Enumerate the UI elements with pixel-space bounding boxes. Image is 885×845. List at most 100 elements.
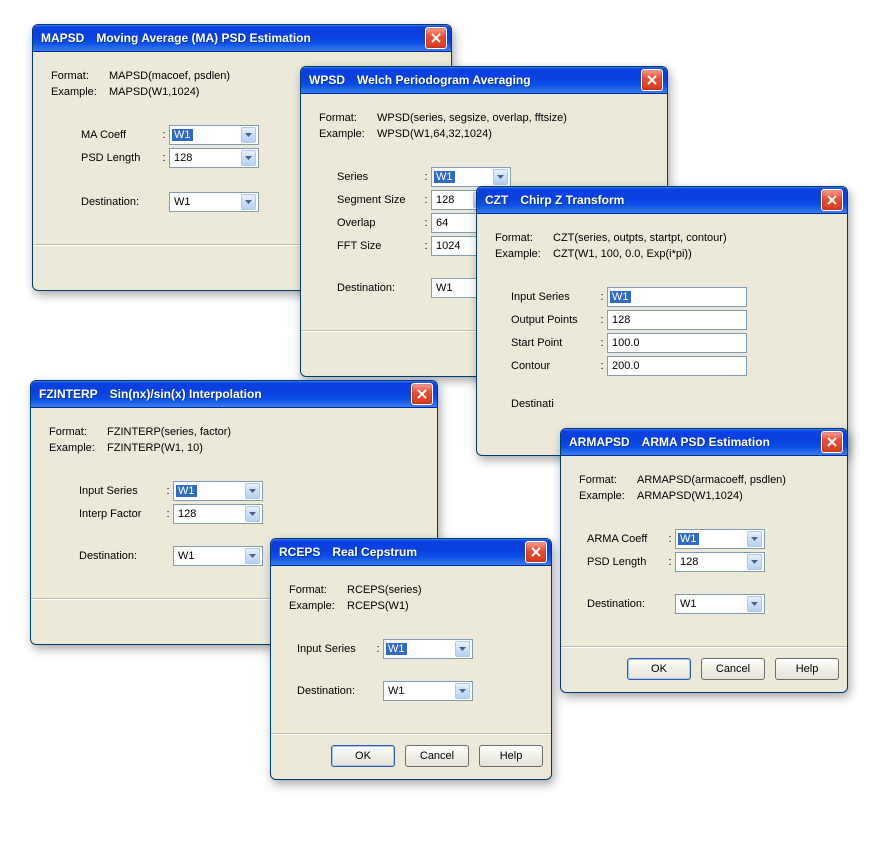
series-label: Series	[337, 171, 421, 183]
title-code: MAPSD	[41, 31, 84, 45]
close-icon[interactable]	[411, 383, 433, 405]
chevron-down-icon[interactable]	[241, 150, 256, 166]
example-label: Example:	[495, 248, 553, 260]
title-text: Sin(nx)/sin(x) Interpolation	[110, 387, 262, 401]
dialog-armapsd: ARMAPSD ARMA PSD Estimation Format:ARMAP…	[560, 428, 848, 693]
close-icon[interactable]	[821, 431, 843, 453]
format-value: RCEPS(series)	[347, 584, 422, 596]
format-label: Format:	[51, 70, 109, 82]
destination-combo[interactable]: W1	[675, 594, 765, 614]
format-value: WPSD(series, segsize, overlap, fftsize)	[377, 112, 567, 124]
fftsize-label: FFT Size	[337, 240, 421, 252]
example-value: FZINTERP(W1, 10)	[107, 442, 203, 454]
format-value: CZT(series, outpts, startpt, contour)	[553, 232, 727, 244]
format-value: FZINTERP(series, factor)	[107, 426, 231, 438]
interp-factor-label: Interp Factor	[79, 508, 163, 520]
title-code: CZT	[485, 193, 508, 207]
titlebar[interactable]: MAPSD Moving Average (MA) PSD Estimation	[33, 25, 451, 52]
contour-input[interactable]: 200.0	[607, 356, 747, 376]
example-value: CZT(W1, 100, 0.0, Exp(i*pi))	[553, 248, 692, 260]
title-text: Chirp Z Transform	[520, 193, 624, 207]
destination-combo[interactable]: W1	[173, 546, 263, 566]
destination-label: Destination:	[79, 550, 163, 562]
chevron-down-icon[interactable]	[747, 531, 762, 547]
destination-label: Destination:	[297, 685, 373, 697]
chevron-down-icon[interactable]	[455, 641, 470, 657]
destination-value: W1	[174, 196, 191, 208]
ok-button[interactable]: OK	[627, 658, 691, 680]
dialog-rceps: RCEPS Real Cepstrum Format:RCEPS(series)…	[270, 538, 552, 780]
start-point-input[interactable]: 100.0	[607, 333, 747, 353]
destination-label: Destination:	[337, 282, 415, 294]
close-icon[interactable]	[821, 189, 843, 211]
segsize-label: Segment Size	[337, 194, 421, 206]
title-code: FZINTERP	[39, 387, 98, 401]
titlebar[interactable]: FZINTERP Sin(nx)/sin(x) Interpolation	[31, 381, 437, 408]
example-value: RCEPS(W1)	[347, 600, 409, 612]
psd-length-combo[interactable]: 128	[675, 552, 765, 572]
destination-label: Destinati	[511, 398, 571, 410]
title-code: WPSD	[309, 73, 345, 87]
ma-coeff-combo[interactable]: W1	[169, 125, 259, 145]
series-combo[interactable]: W1	[431, 167, 511, 187]
title-text: Welch Periodogram Averaging	[357, 73, 531, 87]
example-label: Example:	[289, 600, 347, 612]
titlebar[interactable]: RCEPS Real Cepstrum	[271, 539, 551, 566]
chevron-down-icon[interactable]	[241, 127, 256, 143]
close-icon[interactable]	[641, 69, 663, 91]
input-series-label: Input Series	[79, 485, 163, 497]
title-text: Real Cepstrum	[332, 545, 417, 559]
format-label: Format:	[49, 426, 107, 438]
chevron-down-icon[interactable]	[245, 548, 260, 564]
input-series-label: Input Series	[511, 291, 597, 303]
dialog-czt: CZT Chirp Z Transform Format:CZT(series,…	[476, 186, 848, 456]
chevron-down-icon[interactable]	[493, 169, 508, 185]
format-label: Format:	[319, 112, 377, 124]
psd-length-value: 128	[174, 152, 192, 164]
example-label: Example:	[51, 86, 109, 98]
ma-coeff-label: MA Coeff	[81, 129, 159, 141]
chevron-down-icon[interactable]	[245, 506, 260, 522]
input-series-input[interactable]: W1	[607, 287, 747, 307]
destination-combo[interactable]: W1	[169, 192, 259, 212]
chevron-down-icon[interactable]	[747, 554, 762, 570]
example-value: WPSD(W1,64,32,1024)	[377, 128, 492, 140]
close-icon[interactable]	[425, 27, 447, 49]
title-code: RCEPS	[279, 545, 320, 559]
output-points-label: Output Points	[511, 314, 597, 326]
title-code: ARMAPSD	[569, 435, 630, 449]
start-point-label: Start Point	[511, 337, 597, 349]
output-points-input[interactable]: 128	[607, 310, 747, 330]
destination-combo[interactable]: W1	[383, 681, 473, 701]
close-icon[interactable]	[525, 541, 547, 563]
example-label: Example:	[579, 490, 637, 502]
arma-coeff-combo[interactable]: W1	[675, 529, 765, 549]
cancel-button[interactable]: Cancel	[701, 658, 765, 680]
chevron-down-icon[interactable]	[241, 194, 256, 210]
interp-factor-combo[interactable]: 128	[173, 504, 263, 524]
psd-length-combo[interactable]: 128	[169, 148, 259, 168]
format-value: MAPSD(macoef, psdlen)	[109, 70, 230, 82]
chevron-down-icon[interactable]	[747, 596, 762, 612]
cancel-button[interactable]: Cancel	[405, 745, 469, 767]
format-value: ARMAPSD(armacoeff, psdlen)	[637, 474, 786, 486]
chevron-down-icon[interactable]	[455, 683, 470, 699]
destination-label: Destination:	[81, 196, 159, 208]
input-series-combo[interactable]: W1	[383, 639, 473, 659]
input-series-combo[interactable]: W1	[173, 481, 263, 501]
example-label: Example:	[49, 442, 107, 454]
ma-coeff-value: W1	[172, 129, 193, 141]
chevron-down-icon[interactable]	[245, 483, 260, 499]
psd-length-label: PSD Length	[587, 556, 665, 568]
titlebar[interactable]: CZT Chirp Z Transform	[477, 187, 847, 214]
help-button[interactable]: Help	[479, 745, 543, 767]
titlebar[interactable]: ARMAPSD ARMA PSD Estimation	[561, 429, 847, 456]
title-text: Moving Average (MA) PSD Estimation	[96, 31, 310, 45]
ok-button[interactable]: OK	[331, 745, 395, 767]
titlebar[interactable]: WPSD Welch Periodogram Averaging	[301, 67, 667, 94]
destination-label: Destination:	[587, 598, 665, 610]
psd-length-label: PSD Length	[81, 152, 159, 164]
help-button[interactable]: Help	[775, 658, 839, 680]
format-label: Format:	[579, 474, 637, 486]
format-label: Format:	[495, 232, 553, 244]
